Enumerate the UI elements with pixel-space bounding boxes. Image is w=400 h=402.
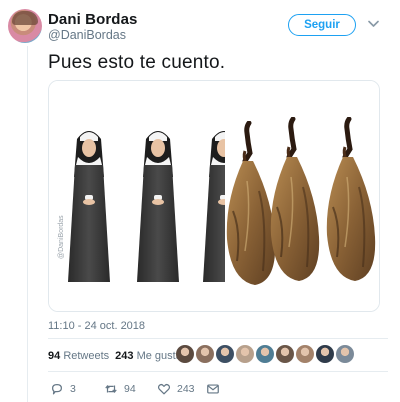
- retweet-count: 94: [124, 383, 136, 395]
- liker-avatar[interactable]: [256, 345, 274, 363]
- retweets-label[interactable]: Retweets: [63, 350, 109, 362]
- liker-avatar[interactable]: [236, 345, 254, 363]
- author-name[interactable]: Dani Bordas: [48, 11, 137, 28]
- retweet-action[interactable]: 94: [104, 382, 136, 396]
- liker-avatar[interactable]: [216, 345, 234, 363]
- media-image: @DaniBordas: [49, 81, 379, 311]
- tweet-card: Dani Bordas @DaniBordas Seguir Pues esto…: [0, 0, 400, 402]
- liker-avatars: [176, 345, 354, 365]
- tweet-timestamp[interactable]: 11:10 - 24 oct. 2018: [48, 320, 145, 332]
- divider: [48, 371, 388, 372]
- likes-count[interactable]: 243: [115, 350, 133, 362]
- media-watermark: @DaniBordas: [58, 215, 65, 259]
- thread-line: [27, 46, 28, 402]
- like-action[interactable]: 243: [157, 382, 195, 396]
- like-count: 243: [177, 383, 195, 395]
- liker-avatar[interactable]: [196, 345, 214, 363]
- tweet-media[interactable]: @DaniBordas: [48, 80, 380, 312]
- reply-action[interactable]: 3: [50, 382, 76, 396]
- retweet-icon: [105, 384, 117, 394]
- liker-avatar[interactable]: [336, 345, 354, 363]
- avatar-hair: [12, 11, 38, 25]
- author-handle[interactable]: @DaniBordas: [48, 28, 126, 42]
- divider: [48, 338, 388, 339]
- heart-icon: [157, 383, 171, 395]
- reply-count: 3: [70, 383, 76, 395]
- engagement-stats: 94 Retweets 243 Me gusta: [48, 350, 182, 362]
- liker-avatar[interactable]: [276, 345, 294, 363]
- direct-message-action[interactable]: [206, 382, 220, 396]
- liker-avatar[interactable]: [296, 345, 314, 363]
- follow-button[interactable]: Seguir: [288, 14, 356, 36]
- retweets-count[interactable]: 94: [48, 350, 60, 362]
- reply-icon: [52, 384, 62, 395]
- tweet-text: Pues esto te cuento.: [48, 52, 226, 73]
- liker-avatar[interactable]: [176, 345, 194, 363]
- chevron-down-icon[interactable]: [368, 20, 379, 28]
- envelope-icon: [207, 384, 219, 394]
- avatar[interactable]: [8, 9, 42, 43]
- liker-avatar[interactable]: [316, 345, 334, 363]
